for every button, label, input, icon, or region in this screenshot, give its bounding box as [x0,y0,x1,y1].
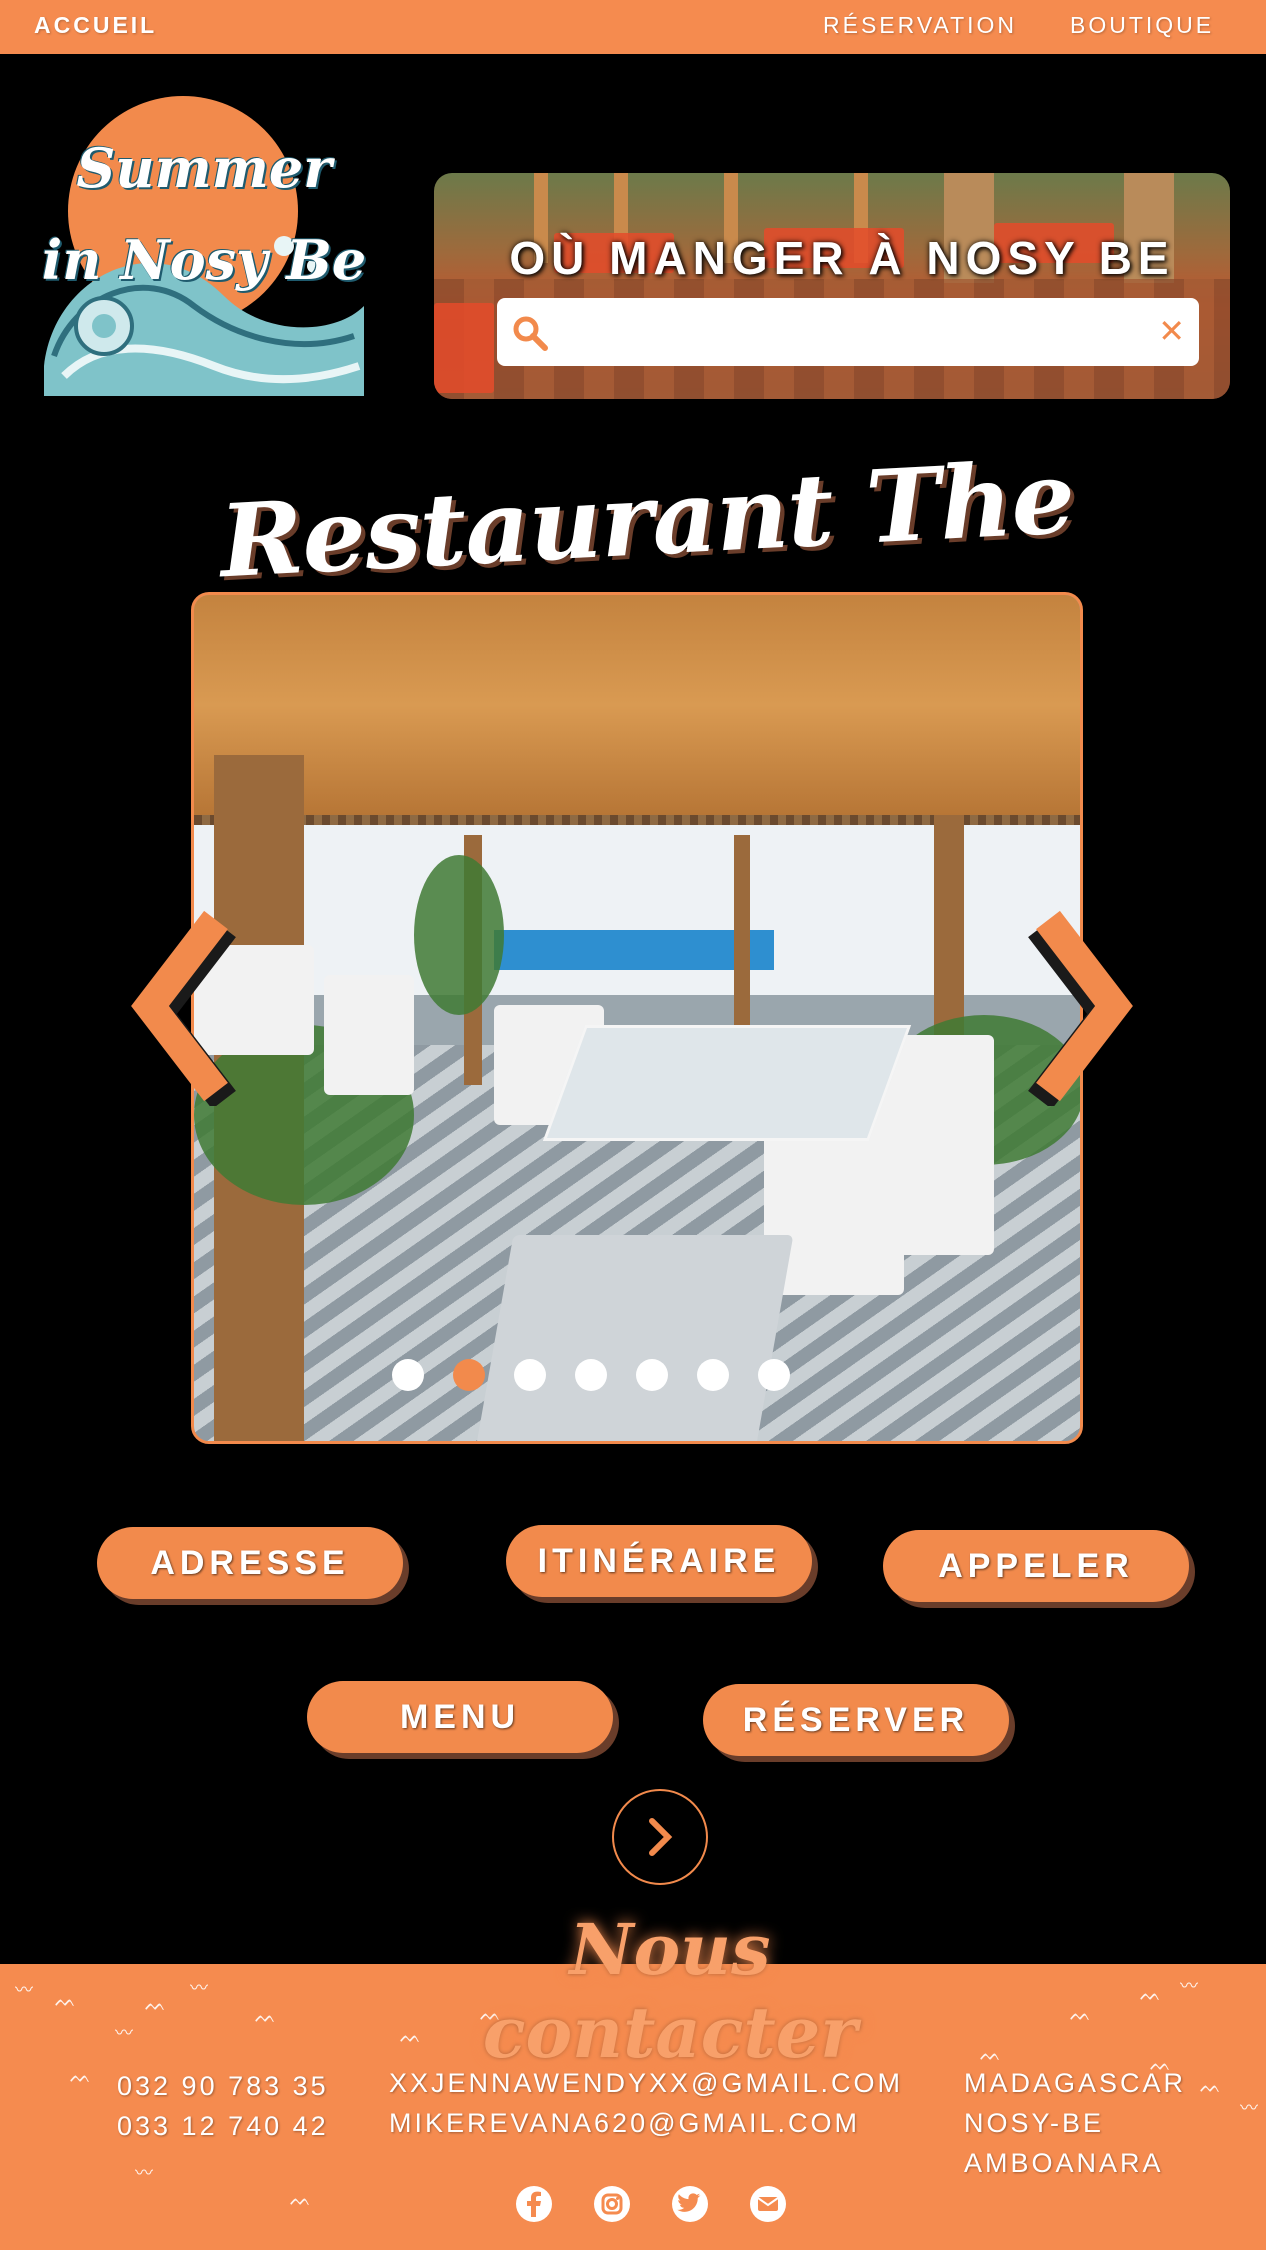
carousel-dot[interactable] [392,1359,424,1391]
carousel-dot[interactable] [636,1359,668,1391]
address-line-2: NOSY-BE [964,2108,1105,2138]
instagram-icon[interactable] [592,2184,632,2224]
carousel-dot[interactable] [575,1359,607,1391]
search-input[interactable] [561,308,1135,356]
phone-number-2[interactable]: 033 12 740 42 [117,2106,329,2146]
email-addresses: XXJENNAWENDYXX@GMAIL.COM MIKEREVANA620@G… [389,2063,903,2143]
address-button[interactable]: ADRESSE [97,1527,403,1599]
carousel-dot[interactable] [514,1359,546,1391]
logo-wave-icon [44,236,364,396]
contact-title: Nous contacter [482,1908,858,2074]
carousel-next-arrow-icon[interactable] [1028,906,1138,1106]
next-page-button[interactable] [612,1789,708,1885]
address-line-1: MADAGASCAR [964,2068,1187,2098]
reserve-button[interactable]: RÉSERVER [703,1684,1009,1756]
close-icon[interactable]: ✕ [1158,312,1185,350]
address-line-3: AMBOANARA [964,2148,1164,2178]
logo-text-line2: in Nosy Be [41,228,367,292]
email-2[interactable]: MIKEREVANA620@GMAIL.COM [389,2103,903,2143]
carousel-dot[interactable] [758,1359,790,1391]
twitter-icon[interactable] [670,2184,710,2224]
itinerary-button[interactable]: ITINÉRAIRE [506,1525,812,1597]
nav-shop-link[interactable]: BOUTIQUE [1070,12,1214,39]
search-box[interactable]: ✕ [497,298,1199,366]
phone-number-1[interactable]: 032 90 783 35 [117,2066,329,2106]
chevron-right-icon [649,1818,673,1856]
logo-text-line1: Summer [76,136,332,200]
banner-title: OÙ MANGER À NOSY BE [509,232,1175,284]
email-1[interactable]: XXJENNAWENDYXX@GMAIL.COM [389,2063,903,2103]
phone-numbers: 032 90 783 35 033 12 740 42 [117,2066,329,2146]
call-button[interactable]: APPELER [883,1530,1189,1602]
mail-icon[interactable] [748,2184,788,2224]
carousel-dot-active[interactable] [453,1359,485,1391]
site-logo[interactable]: Summer in Nosy Be [34,96,374,406]
nav-home-link[interactable]: ACCUEIL [34,12,157,39]
menu-button[interactable]: MENU [307,1681,613,1753]
carousel-prev-arrow-icon[interactable] [130,906,240,1106]
photo-carousel[interactable] [191,592,1083,1444]
top-navigation: ACCUEIL RÉSERVATION BOUTIQUE [0,0,1266,54]
facebook-icon[interactable] [514,2184,554,2224]
carousel-dot[interactable] [697,1359,729,1391]
search-icon[interactable] [511,314,549,356]
nav-reservation-link[interactable]: RÉSERVATION [823,12,1017,39]
postal-address: MADAGASCAR NOSY-BE AMBOANARA [964,2063,1186,2183]
